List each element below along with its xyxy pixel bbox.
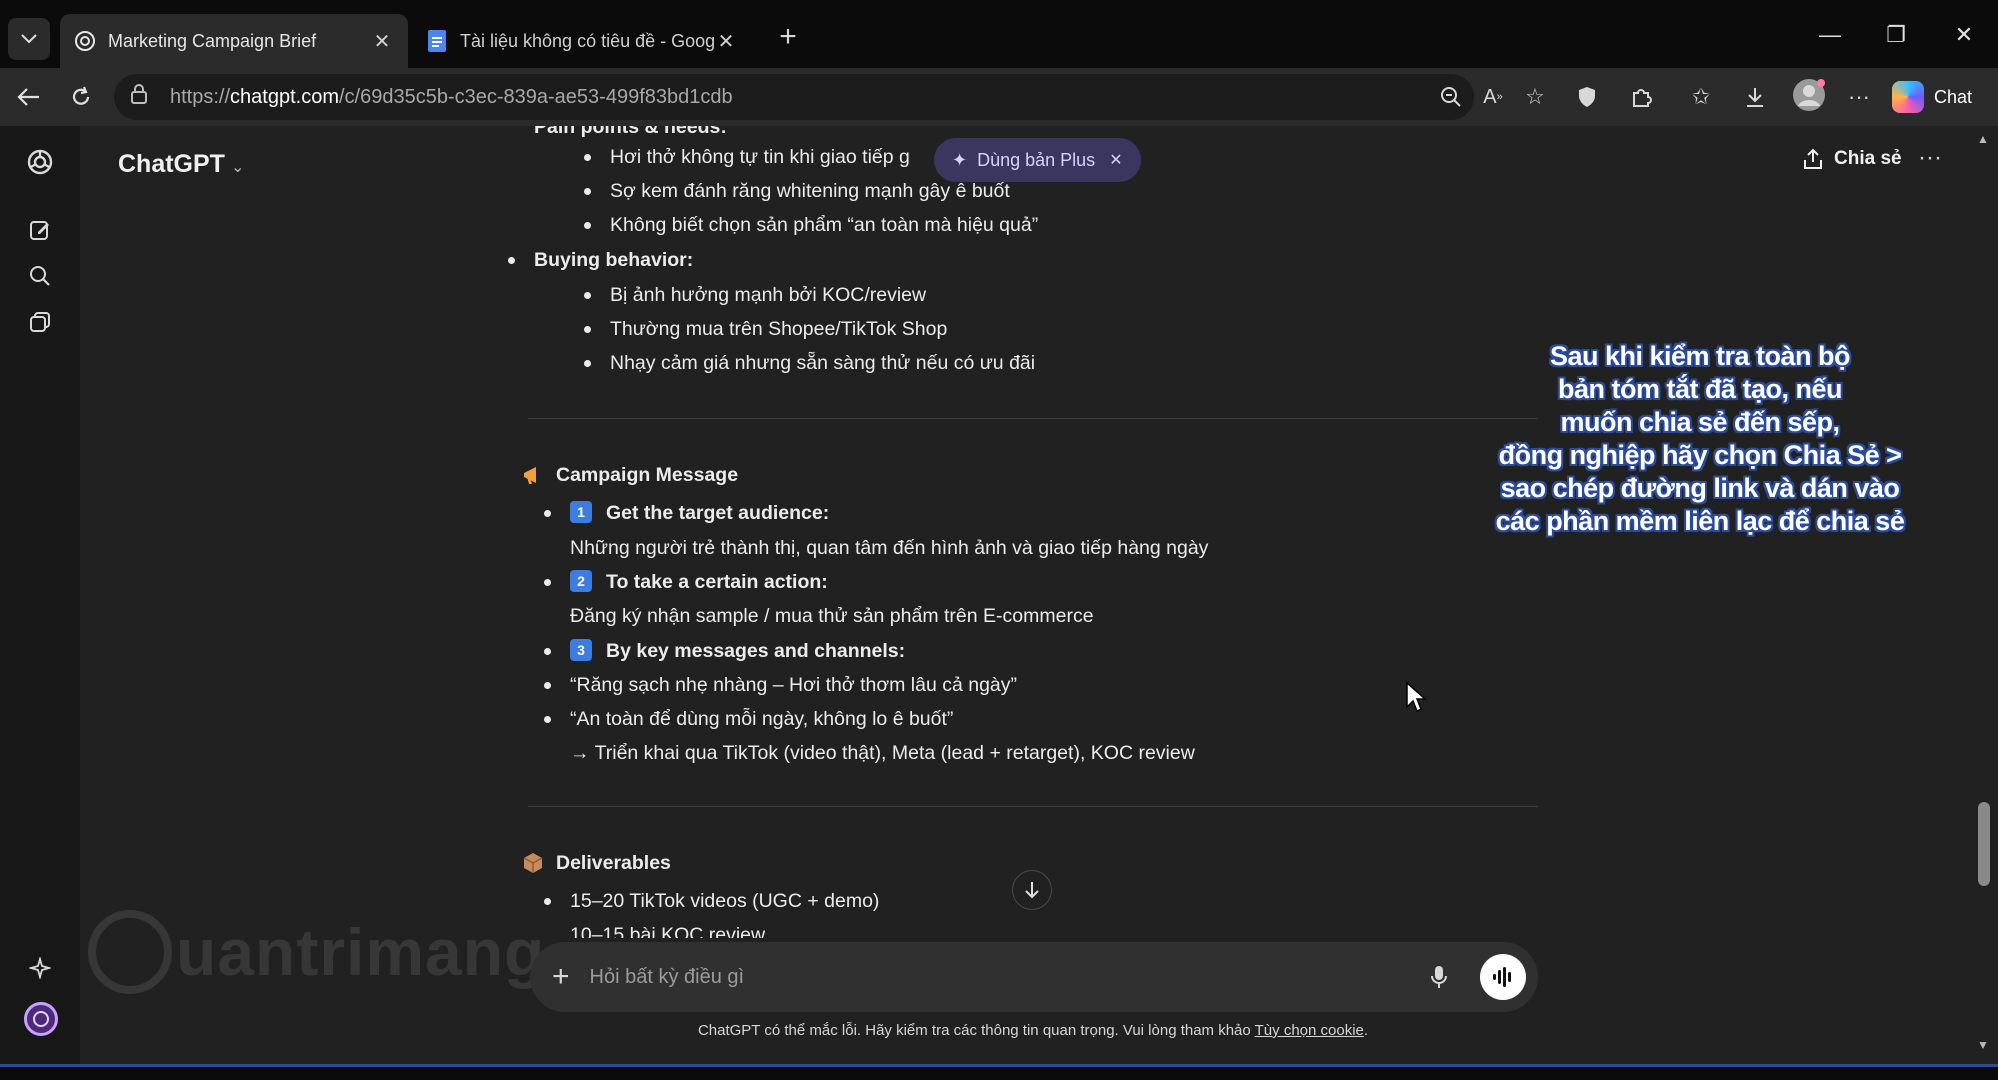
package-icon (523, 853, 543, 873)
new-chat-icon[interactable] (22, 212, 58, 248)
copilot-chat-button[interactable]: Chat (1892, 76, 1992, 118)
share-button[interactable]: Chia sẻ (1802, 148, 1902, 170)
copilot-icon (1892, 81, 1924, 113)
chat-button-label: Chat (1934, 86, 1973, 107)
number-badge: 3 (570, 639, 592, 661)
openai-logo-icon[interactable] (22, 144, 58, 180)
new-tab-button[interactable]: + (772, 22, 804, 54)
campaign-step-1: 1 Get the target audience: (543, 496, 829, 530)
browser-tab-bar: Marketing Campaign Brief ✕ Tài liệu khôn… (0, 0, 1998, 68)
favorites-collection-icon[interactable]: ✩ (1686, 82, 1716, 112)
back-arrow-icon[interactable] (12, 80, 46, 114)
list-item: Hơi thở không tự tin khi giao tiếp g (584, 140, 910, 174)
number-badge: 2 (570, 570, 592, 592)
waveform-icon (1493, 967, 1511, 987)
minimize-window-icon[interactable]: — (1810, 22, 1850, 54)
tab-list-dropdown[interactable] (8, 18, 50, 60)
lightbulb-logo-icon (88, 910, 172, 994)
list-item: “An toàn để dùng mỗi ngày, không lo ê bu… (543, 702, 953, 736)
close-tab-icon[interactable]: ✕ (370, 29, 394, 54)
downloads-icon[interactable] (1740, 82, 1770, 112)
close-window-icon[interactable]: ✕ (1944, 22, 1984, 54)
list-item: Bị ảnh hưởng mạnh bởi KOC/review (583, 278, 926, 312)
pain-points-heading: Pain points & needs: (534, 126, 727, 138)
campaign-step-2-detail: Đăng ký nhận sample / mua thử sản phẩm t… (570, 605, 1094, 627)
campaign-message-heading: Campaign Message (522, 458, 738, 492)
chatgpt-favicon-icon (74, 30, 96, 52)
search-icon[interactable] (22, 258, 58, 294)
site-info-lock-icon[interactable] (130, 83, 154, 111)
chatgpt-page: ChatGPT ⌄ Chia sẻ ··· Pain points & needs… (0, 126, 1998, 1064)
url-scheme: https:// (170, 85, 231, 108)
left-icon-rail (0, 126, 80, 1064)
chevron-down-icon: ⌄ (230, 159, 245, 176)
list-item: Không biết chọn sản phẩm “an toàn mà hiệ… (583, 208, 1038, 242)
list-item: “Răng sạch nhẹ nhàng – Hơi thở thơm lâu … (543, 668, 1017, 702)
scroll-down-arrow-icon[interactable]: ▼ (1977, 1038, 1989, 1052)
voice-mode-button[interactable] (1480, 954, 1526, 1000)
scrollbar-thumb[interactable] (1978, 802, 1990, 886)
zoom-icon[interactable] (1436, 82, 1466, 112)
more-options-icon[interactable]: ··· (1918, 144, 1942, 172)
close-tab-icon[interactable]: ✕ (714, 29, 738, 54)
scroll-up-arrow-icon[interactable]: ▲ (1977, 132, 1989, 146)
page-scrollbar[interactable]: ▲ ▼ (1968, 126, 1998, 1064)
list-item: 15–20 TikTok videos (UGC + demo) (543, 884, 879, 918)
tab-title: Tài liệu không có tiêu đề - Google (460, 30, 714, 51)
site-watermark: uantrimang (88, 910, 545, 994)
tab-google-docs[interactable]: Tài liệu không có tiêu đề - Google ✕ (412, 14, 752, 68)
divider (528, 806, 1538, 807)
tab-marketing-campaign-brief[interactable]: Marketing Campaign Brief ✕ (60, 14, 408, 68)
list-item: Thường mua trên Shopee/TikTok Shop (583, 312, 947, 346)
extensions-puzzle-icon[interactable] (1626, 82, 1656, 112)
tutorial-caption-overlay: Sau khi kiểm tra toàn bộ bản tóm tắt đã … (1495, 341, 1905, 536)
microphone-icon[interactable] (1424, 965, 1454, 989)
assistant-message: Pain points & needs: Hơi thở không tự ti… (507, 126, 1538, 1064)
tab-title: Marketing Campaign Brief (108, 30, 317, 51)
share-upload-icon (1804, 148, 1822, 169)
library-images-icon[interactable] (22, 304, 58, 340)
sparkle-icon: ✦ (952, 149, 968, 170)
reload-icon[interactable] (64, 80, 98, 114)
divider (528, 418, 1538, 419)
model-selector[interactable]: ChatGPT ⌄ (118, 150, 244, 179)
url-host: chatgpt.com (230, 85, 339, 108)
message-composer[interactable]: + Hỏi bất kỳ điều gì (530, 942, 1538, 1012)
campaign-step-3: 3 By key messages and channels: (543, 634, 905, 668)
shield-extension-icon[interactable] (1572, 82, 1602, 112)
address-bar[interactable]: https://chatgpt.com/c/69d35c5b-c3ec-839a… (114, 74, 1474, 120)
campaign-step-1-detail: Những người trẻ thành thị, quan tâm đến … (570, 537, 1209, 559)
megaphone-icon (524, 467, 536, 484)
add-attachment-icon[interactable]: + (552, 960, 570, 994)
channels-line: → Triển khai qua TikTok (video thật), Me… (570, 742, 1195, 764)
arrow-down-icon (1025, 882, 1039, 899)
sparkle-upgrade-icon[interactable] (22, 950, 58, 986)
read-aloud-icon[interactable]: A» (1478, 82, 1508, 112)
model-name: ChatGPT (118, 150, 225, 178)
taskbar-edge (0, 1064, 1998, 1080)
google-docs-icon (426, 30, 448, 52)
list-item: Nhạy cảm giá nhưng sẵn sàng thử nếu có ư… (583, 346, 1035, 380)
composer-placeholder[interactable]: Hỏi bất kỳ điều gì (590, 966, 1424, 989)
settings-more-icon[interactable]: ··· (1844, 82, 1874, 112)
scroll-to-bottom-button[interactable] (1012, 870, 1052, 910)
close-icon[interactable]: ✕ (1109, 150, 1122, 170)
disclaimer-text: ChatGPT có thể mắc lỗi. Hãy kiểm tra các… (697, 1022, 1369, 1039)
buying-behavior-heading: Buying behavior: (507, 243, 693, 277)
plus-pill-label: Dùng bản Plus (977, 149, 1096, 170)
mouse-cursor-icon (1406, 681, 1427, 713)
upgrade-plus-pill[interactable]: ✦ Dùng bản Plus ✕ (934, 138, 1141, 182)
browser-toolbar: https://chatgpt.com/c/69d35c5b-c3ec-839a… (0, 68, 1998, 126)
list-item: 10–15 bài KOC review (570, 918, 765, 938)
deliverables-heading: Deliverables (522, 846, 671, 880)
chevron-down-icon (21, 34, 37, 44)
campaign-step-2: 2 To take a certain action: (544, 565, 828, 599)
cookie-preferences-link[interactable]: Tùy chọn cookie (1255, 1022, 1364, 1039)
restore-window-icon[interactable]: ❐ (1876, 22, 1916, 54)
profile-avatar[interactable] (1790, 76, 1828, 114)
url-path: /c/69d35c5b-c3ec-839a-ae53-499f83bd1cdb (338, 85, 733, 108)
share-label: Chia sẻ (1834, 148, 1902, 169)
number-badge: 1 (570, 501, 592, 523)
favorite-star-icon[interactable]: ☆ (1520, 82, 1550, 112)
